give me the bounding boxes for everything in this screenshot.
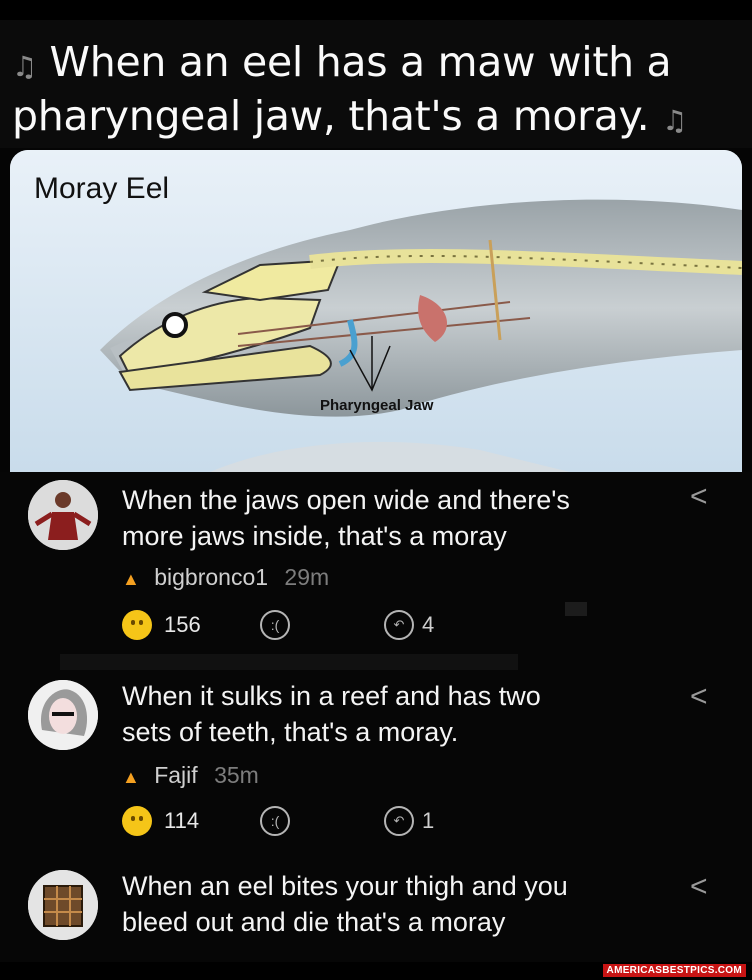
comment-text-line: bleed out and die that's a moray xyxy=(122,907,506,937)
dislike-icon[interactable]: :( xyxy=(260,806,290,836)
comment-text: When an eel bites your thigh and you ble… xyxy=(122,868,662,940)
blur-block xyxy=(565,602,587,616)
watermark: AMERICASBESTPICS.COM xyxy=(602,964,746,977)
header-line-1: ♫ When an eel has a maw with a xyxy=(12,38,672,86)
reply-icon[interactable]: ↶ xyxy=(384,610,414,640)
share-icon[interactable]: < xyxy=(690,872,720,902)
comment-text-line: When an eel bites your thigh and you xyxy=(122,871,568,901)
comment-text: When it sulks in a reef and has two sets… xyxy=(122,678,662,750)
comment-text-line: When it sulks in a reef and has two xyxy=(122,681,541,711)
music-notes-icon: ♫ xyxy=(662,104,687,137)
timestamp: 29m xyxy=(284,564,330,590)
fire-icon: ▲ xyxy=(122,767,140,787)
divider xyxy=(60,654,518,670)
footer-bar: AMERICASBESTPICS.COM xyxy=(0,962,752,980)
comment-text-line: more jaws inside, that's a moray xyxy=(122,521,507,551)
header-line-2: pharyngeal jaw, that's a moray. ♫ xyxy=(12,92,687,140)
avatar-person-icon xyxy=(28,480,98,550)
header-text-1: When an eel has a maw with a xyxy=(49,38,672,86)
reply-icon[interactable]: ↶ xyxy=(384,806,414,836)
avatar[interactable] xyxy=(28,870,98,940)
comment-text-line: sets of teeth, that's a moray. xyxy=(122,717,459,747)
dislike-icon[interactable]: :( xyxy=(260,610,290,640)
comment-meta: ▲ Fajif 35m xyxy=(122,762,259,789)
top-bar xyxy=(0,0,752,20)
like-count: 156 xyxy=(164,612,201,637)
reply-count: 4 xyxy=(422,612,435,637)
avatar-crate-icon xyxy=(28,870,98,940)
reply-count: 1 xyxy=(422,808,435,833)
username[interactable]: bigbronco1 xyxy=(154,564,268,590)
figure-title: Moray Eel xyxy=(34,172,170,205)
comment-text: When the jaws open wide and there's more… xyxy=(122,482,662,554)
share-icon[interactable]: < xyxy=(690,482,720,512)
avatar[interactable] xyxy=(28,680,98,750)
comment-actions: 114 :( ↶ 1 xyxy=(122,806,542,840)
username[interactable]: Fajif xyxy=(154,762,197,788)
comment-text-line: When the jaws open wide and there's xyxy=(122,485,570,515)
comment-meta: ▲ bigbronco1 29m xyxy=(122,564,329,591)
header-text-2: pharyngeal jaw, that's a moray. xyxy=(12,92,650,140)
like-count: 114 xyxy=(164,808,200,833)
timestamp: 35m xyxy=(214,762,259,788)
meme-header: ♫ When an eel has a maw with a pharyngea… xyxy=(0,20,752,148)
comment-actions: 156 :( ↶ 4 xyxy=(122,610,542,644)
share-icon[interactable]: < xyxy=(690,682,720,712)
fire-icon: ▲ xyxy=(122,569,140,589)
figure-label: Pharyngeal Jaw xyxy=(320,397,434,414)
like-emoji-icon[interactable] xyxy=(122,610,152,640)
music-notes-icon: ♫ xyxy=(12,50,37,83)
like-emoji-icon[interactable] xyxy=(122,806,152,836)
avatar[interactable] xyxy=(28,480,98,550)
avatar-face-icon xyxy=(28,680,98,750)
moray-eel-illustration: Moray Eel Pharyngeal Jaw xyxy=(10,150,742,472)
comment-list: When the jaws open wide and there's more… xyxy=(0,472,752,962)
